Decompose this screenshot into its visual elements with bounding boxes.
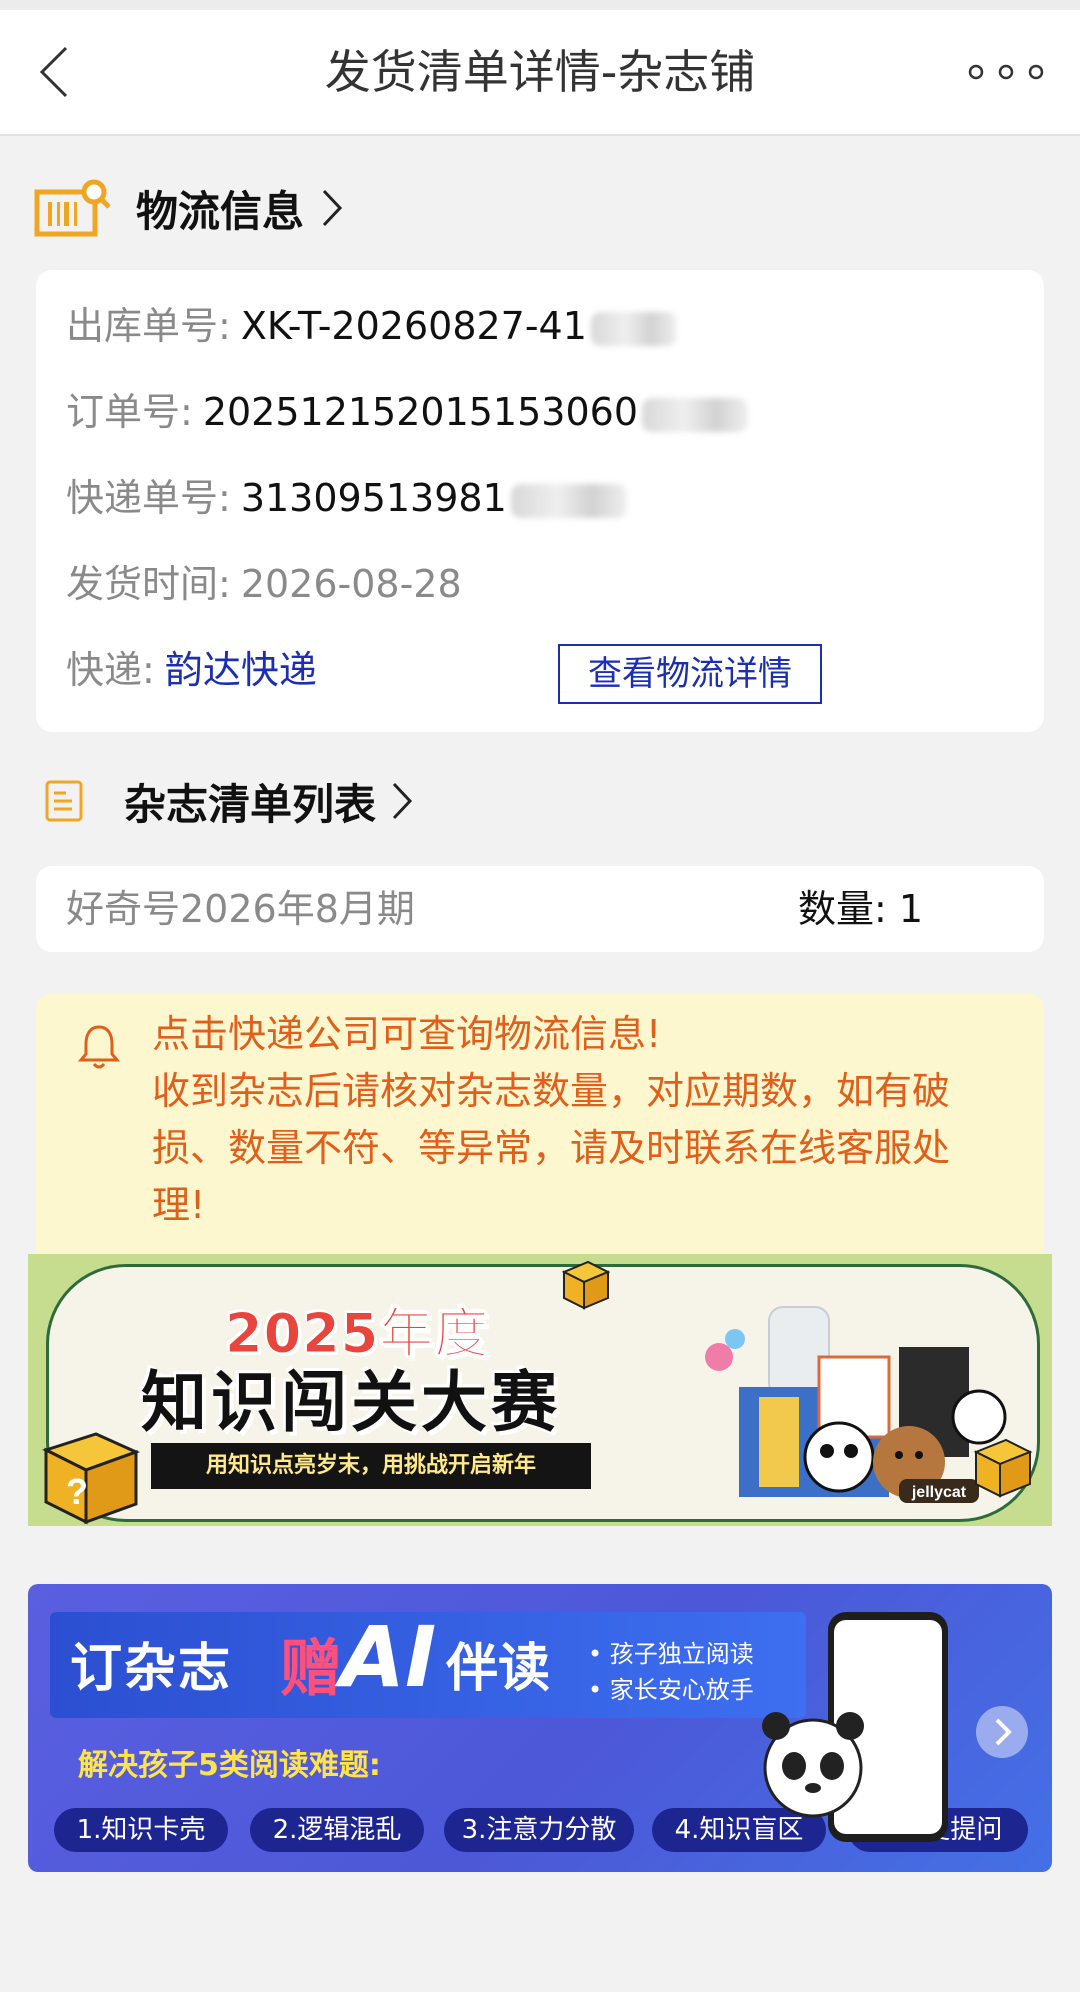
ai-banner-text-1: 订杂志 <box>70 1639 233 1699</box>
problem-pill: 3.注意力分散 <box>444 1808 634 1852</box>
logistics-section-title: 物流信息 <box>136 186 305 236</box>
contest-banner-panel: 2025年度 知识闯关大赛 用知识点亮岁末，用挑战开启新年 jellycat <box>46 1264 1040 1522</box>
magazine-quantity: 数量: 1 <box>798 866 923 952</box>
outbound-number-label: 出库单号: <box>66 304 231 348</box>
panda-mascot-icon <box>762 1712 864 1818</box>
status-strip <box>0 0 1080 10</box>
bell-icon <box>77 1025 121 1069</box>
notice-line: 收到杂志后请核对杂志数量，对应期数，如有破 <box>152 1069 951 1113</box>
redacted-blur <box>510 483 627 518</box>
notice-box: 点击快递公司可查询物流信息! 收到杂志后请核对杂志数量，对应期数，如有破 损、数… <box>36 994 1044 1254</box>
notice-line: 点击快递公司可查询物流信息! <box>152 1012 662 1056</box>
order-number-label: 订单号: <box>66 390 193 434</box>
chevron-left-icon <box>39 46 68 98</box>
page-title: 发货清单详情-杂志铺 <box>324 45 756 99</box>
notice-text: 点击快递公司可查询物流信息! 收到杂志后请核对杂志数量，对应期数，如有破 损、数… <box>152 1006 1032 1234</box>
ai-banner-bullet: • 孩子独立阅读 <box>588 1640 754 1668</box>
order-number-row: 订单号: 202512152015153060 <box>66 382 748 442</box>
quantity-label: 数量: <box>798 887 887 931</box>
magazine-name: 好奇号2026年8月期 <box>66 887 415 931</box>
courier-label: 快递: <box>66 648 155 692</box>
ship-time-label: 发货时间: <box>66 562 231 606</box>
view-logistics-detail-button[interactable]: 查看物流详情 <box>558 644 822 704</box>
document-icon <box>45 780 83 822</box>
ai-companion-banner[interactable]: 订杂志 赠 AI 伴读 • 孩子独立阅读 • 家长安心放手 解决孩子5类阅读难题… <box>28 1584 1052 1872</box>
chevron-right-icon <box>392 782 413 820</box>
logistics-card: 出库单号: XK-T-20260827-41 订单号: 20251215201515… <box>36 270 1044 732</box>
problem-pill: 2.逻辑混乱 <box>250 1808 424 1852</box>
question-box-icon: ? <box>42 1432 140 1525</box>
outbound-number-row: 出库单号: XK-T-20260827-41 <box>66 296 677 356</box>
barcode-search-icon <box>34 179 111 237</box>
magazine-list-section-title: 杂志清单列表 <box>124 779 377 829</box>
ai-banner-bullet: • 家长安心放手 <box>588 1676 754 1704</box>
redacted-blur <box>590 311 677 346</box>
ai-banner-text-2: 赠 <box>280 1632 343 1705</box>
courier-row: 快递: 韵达快递 <box>66 640 317 700</box>
ai-banner-text-3: AI <box>340 1608 437 1706</box>
ship-time-row: 发货时间: 2026-08-28 <box>66 554 462 614</box>
contest-subtitle: 用知识点亮岁末，用挑战开启新年 <box>151 1443 591 1489</box>
problem-pill: 1.知识卡壳 <box>54 1808 228 1852</box>
logistics-section-header[interactable]: 物流信息 <box>34 172 348 244</box>
more-button[interactable] <box>966 50 1046 94</box>
contest-banner[interactable]: 2025年度 知识闯关大赛 用知识点亮岁末，用挑战开启新年 jellycat ? <box>28 1254 1052 1526</box>
ai-banner-problems-title: 解决孩子5类阅读难题: <box>78 1748 381 1783</box>
contest-main-title: 知识闯关大赛 <box>141 1364 561 1441</box>
more-dots-icon <box>968 64 1044 80</box>
notice-line: 损、数量不符、等异常，请及时联系在线客服处 <box>152 1126 951 1170</box>
nav-bar: 发货清单详情-杂志铺 <box>0 10 1080 136</box>
redacted-blur <box>642 397 748 432</box>
jellycat-label: jellycat <box>911 1484 967 1501</box>
chevron-right-icon <box>995 1718 1012 1746</box>
back-button[interactable] <box>30 40 90 104</box>
quantity-value: 1 <box>898 887 924 931</box>
outbound-number-value: XK-T-20260827-41 <box>240 304 587 348</box>
tracking-number-row: 快递单号: 31309513981 <box>66 468 627 528</box>
chevron-right-icon <box>322 189 343 227</box>
list-item: 好奇号2026年8月期 数量: 1 <box>36 866 1044 952</box>
ai-banner-text-4: 伴读 <box>446 1639 551 1699</box>
courier-link[interactable]: 韵达快递 <box>165 648 317 692</box>
question-box-icon <box>561 1260 611 1310</box>
tracking-number-label: 快递单号: <box>66 476 231 520</box>
banner-next-button[interactable] <box>976 1706 1028 1758</box>
svg-text:?: ? <box>66 1471 88 1512</box>
order-number-value: 202512152015153060 <box>202 390 638 434</box>
ship-time-value: 2026-08-28 <box>240 562 462 606</box>
notice-line: 理! <box>152 1183 206 1227</box>
magazine-list-section-header[interactable]: 杂志清单列表 <box>44 768 418 834</box>
ai-banner-headline: 订杂志 赠 AI 伴读 • 孩子独立阅读 • 家长安心放手 <box>50 1608 806 1718</box>
question-box-icon <box>973 1438 1033 1498</box>
tracking-number-value: 31309513981 <box>240 476 507 520</box>
